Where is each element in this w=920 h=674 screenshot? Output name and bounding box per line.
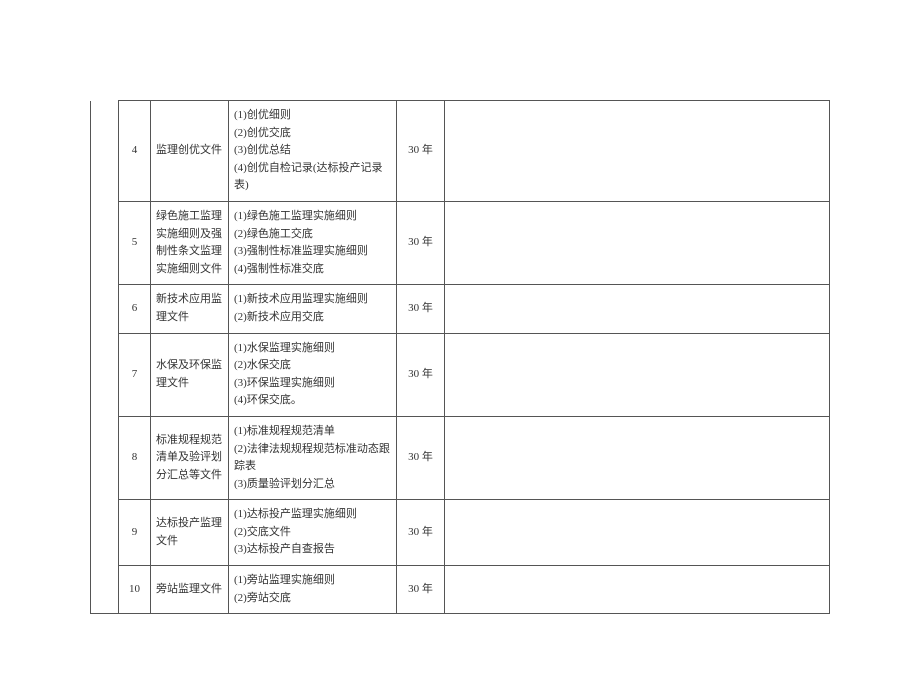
row-note [445,201,830,284]
row-note [445,566,830,614]
row-details: (1)创优细则(2)创优交底(3)创优总结(4)创优自检记录(达标投产记录表) [229,101,397,202]
table-row: 6 新技术应用监理文件 (1)新技术应用监理实施细则(2)新技术应用交底 30 … [91,285,830,333]
row-details: (1)旁站监理实施细则(2)旁站交底 [229,566,397,614]
row-details: (1)水保监理实施细则(2)水保交底(3)环保监理实施细则(4)环保交底。 [229,333,397,416]
document-table: 4 监理创优文件 (1)创优细则(2)创优交底(3)创优总结(4)创优自检记录(… [90,100,830,614]
row-period: 30 年 [397,101,445,202]
row-name: 新技术应用监理文件 [151,285,229,333]
row-number: 7 [119,333,151,416]
table-row: 7 水保及环保监理文件 (1)水保监理实施细则(2)水保交底(3)环保监理实施细… [91,333,830,416]
table-row: 5 绿色施工监理实施细则及强制性条文监理实施细则文件 (1)绿色施工监理实施细则… [91,201,830,284]
row-name: 水保及环保监理文件 [151,333,229,416]
row-details: (1)达标投产监理实施细则(2)交底文件(3)达标投产自查报告 [229,500,397,566]
table-row: 10 旁站监理文件 (1)旁站监理实施细则(2)旁站交底 30 年 [91,566,830,614]
row-details: (1)新技术应用监理实施细则(2)新技术应用交底 [229,285,397,333]
row-name: 绿色施工监理实施细则及强制性条文监理实施细则文件 [151,201,229,284]
row-number: 10 [119,566,151,614]
row-period: 30 年 [397,566,445,614]
document-page: 4 监理创优文件 (1)创优细则(2)创优交底(3)创优总结(4)创优自检记录(… [0,0,920,674]
row-number: 9 [119,500,151,566]
row-note [445,416,830,499]
row-period: 30 年 [397,333,445,416]
row-period: 30 年 [397,285,445,333]
row-number: 5 [119,201,151,284]
table-row: 4 监理创优文件 (1)创优细则(2)创优交底(3)创优总结(4)创优自检记录(… [91,101,830,202]
row-name: 达标投产监理文件 [151,500,229,566]
table-row: 8 标准规程规范清单及验评划分汇总等文件 (1)标准规程规范清单(2)法律法规规… [91,416,830,499]
row-period: 30 年 [397,416,445,499]
row-name: 监理创优文件 [151,101,229,202]
row-details: (1)标准规程规范清单(2)法律法规规程规范标准动态跟踪表(3)质量验评划分汇总 [229,416,397,499]
row-details: (1)绿色施工监理实施细则(2)绿色施工交底(3)强制性标准监理实施细则(4)强… [229,201,397,284]
row-number: 6 [119,285,151,333]
row-name: 标准规程规范清单及验评划分汇总等文件 [151,416,229,499]
row-period: 30 年 [397,500,445,566]
row-note [445,285,830,333]
row-period: 30 年 [397,201,445,284]
row-note [445,101,830,202]
row-name: 旁站监理文件 [151,566,229,614]
group-cell [91,101,119,614]
row-note [445,333,830,416]
row-note [445,500,830,566]
row-number: 8 [119,416,151,499]
row-number: 4 [119,101,151,202]
table-row: 9 达标投产监理文件 (1)达标投产监理实施细则(2)交底文件(3)达标投产自查… [91,500,830,566]
